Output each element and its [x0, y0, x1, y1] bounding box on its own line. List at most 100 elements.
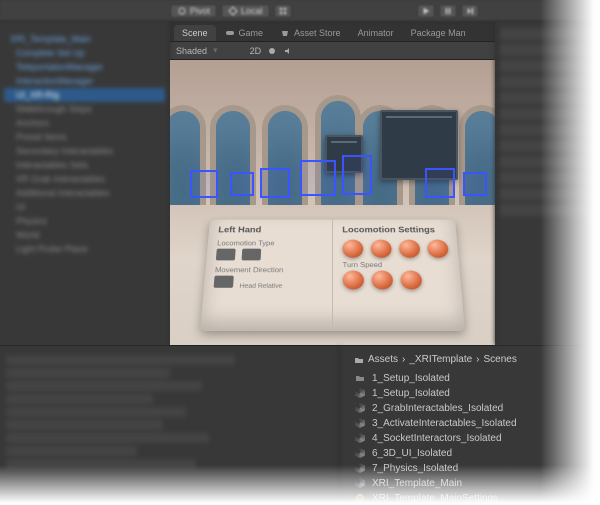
hierarchy-item[interactable]: TeleportationManager [4, 60, 165, 74]
selection-gizmo [260, 168, 290, 198]
movement-direction-label: Movement Direction [215, 266, 323, 274]
knob [342, 240, 363, 258]
inspector-panel [495, 22, 600, 345]
asset-name: 1_Setup_Isolated [372, 388, 450, 399]
hierarchy-item[interactable]: UI [4, 200, 165, 214]
turn-speed-label: Turn Speed [343, 261, 450, 269]
asset-scene[interactable]: XRI_Template_Main [354, 476, 590, 490]
hierarchy-item[interactable]: InteractionManager [4, 74, 165, 88]
asset-scene[interactable]: 1_Setup_Isolated [354, 386, 590, 400]
asset-list: 1_Setup_Isolated 1_Setup_Isolated 2_Grab… [354, 371, 590, 505]
tab-label: Animator [358, 28, 394, 38]
2d-toggle[interactable]: 2D [250, 46, 262, 56]
asset-scene[interactable]: 6_3D_UI_Isolated [354, 446, 590, 460]
knob [343, 271, 365, 290]
selection-gizmo [230, 172, 254, 196]
local-label: Local [241, 6, 263, 16]
asset-name: XRI_Template_Main [372, 478, 462, 489]
asset-name: 1_Setup_Isolated [372, 373, 450, 384]
asset-name: 4_SocketInteractors_Isolated [372, 433, 502, 444]
shading-mode-dropdown[interactable]: Shaded [176, 46, 207, 56]
asset-name: XRI_Template_MainSettings [372, 493, 498, 504]
hierarchy-item[interactable]: Walkthrough Steps [4, 102, 165, 116]
snap-toggle[interactable] [274, 4, 292, 18]
scene-viewport[interactable]: Left Hand Locomotion Type Movement Direc… [170, 60, 495, 345]
tab-packages[interactable]: Package Man [403, 25, 474, 41]
folder-icon [354, 355, 364, 365]
asset-scene[interactable]: 2_GrabInteractables_Isolated [354, 401, 590, 415]
hierarchy-item[interactable]: Preset Items [4, 130, 165, 144]
breadcrumb-item[interactable]: Assets [368, 354, 398, 365]
unity-scene-icon [354, 447, 366, 459]
bottom-panel: Assets › _XRITemplate › Scenes 1_Setup_I… [0, 345, 600, 505]
tab-animator[interactable]: Animator [350, 25, 402, 41]
tab-game[interactable]: Game [217, 25, 272, 41]
unity-scene-icon [354, 417, 366, 429]
breadcrumb[interactable]: Assets › _XRITemplate › Scenes [354, 352, 590, 371]
hierarchy-item[interactable]: World [4, 228, 165, 242]
asset-name: 3_ActivateInteractables_Isolated [372, 418, 517, 429]
settings-icon [354, 492, 366, 504]
tab-asset-store[interactable]: Asset Store [272, 25, 349, 41]
store-icon [280, 28, 290, 38]
unity-scene-icon [354, 477, 366, 489]
hierarchy-item[interactable]: Interactables Sets [4, 158, 165, 172]
asset-settings[interactable]: XRI_Template_MainSettings [354, 491, 590, 505]
chip-button [216, 249, 236, 261]
hierarchy-item-selected[interactable]: UI_XR-Rig [4, 88, 165, 102]
locomotion-type-label: Locomotion Type [217, 240, 323, 247]
asset-scene[interactable]: 7_Physics_Isolated [354, 461, 590, 475]
hierarchy-item[interactable]: Complete Set Up [4, 46, 165, 60]
play-button[interactable] [417, 4, 435, 18]
step-button[interactable] [461, 4, 479, 18]
tab-label: Asset Store [294, 28, 341, 38]
project-panel: Assets › _XRITemplate › Scenes 1_Setup_I… [340, 346, 600, 505]
scene-controls: Shaded ▾ 2D [170, 42, 495, 60]
folder-icon [354, 372, 366, 384]
asset-scene[interactable]: 3_ActivateInteractables_Isolated [354, 416, 590, 430]
pivot-toggle[interactable]: Pivot [170, 4, 217, 18]
hierarchy-item[interactable]: Physics [4, 214, 165, 228]
unity-scene-icon [354, 432, 366, 444]
head-relative-label: Head Relative [239, 283, 282, 289]
asset-name: 6_3D_UI_Isolated [372, 448, 452, 459]
asset-folder[interactable]: 1_Setup_Isolated [354, 371, 590, 385]
tab-scene[interactable]: Scene [174, 25, 216, 41]
unity-scene-icon [354, 462, 366, 474]
knob [399, 240, 421, 258]
pivot-label: Pivot [190, 6, 210, 16]
selection-gizmo [300, 160, 336, 196]
local-toggle[interactable]: Local [221, 4, 270, 18]
pause-button[interactable] [439, 4, 457, 18]
hierarchy-item[interactable]: Secondary Interactables [4, 144, 165, 158]
chip-button [214, 276, 234, 288]
hierarchy-item[interactable]: XR Grab Interactables [4, 172, 165, 186]
game-icon [225, 28, 235, 38]
asset-name: 2_GrabInteractables_Isolated [372, 403, 503, 414]
hierarchy-item[interactable]: Anchors [4, 116, 165, 130]
scene-control-desk: Left Hand Locomotion Type Movement Direc… [200, 220, 465, 331]
breadcrumb-item[interactable]: Scenes [484, 354, 517, 365]
asset-scene[interactable]: 4_SocketInteractors_Isolated [354, 431, 590, 445]
tab-label: Scene [182, 28, 208, 38]
hierarchy-item[interactable]: XRI_Template_Main [4, 32, 165, 46]
audio-icon[interactable] [283, 46, 293, 56]
hierarchy-panel: XRI_Template_Main Complete Set Up Telepo… [0, 22, 170, 345]
knob [427, 240, 449, 258]
main-toolbar: Pivot Local [0, 0, 600, 22]
scene-area: Scene Game Asset Store Animator Package … [170, 22, 495, 345]
locomotion-settings-title: Locomotion Settings [342, 226, 447, 235]
selection-gizmo [425, 168, 455, 198]
breadcrumb-item[interactable]: _XRITemplate [409, 354, 472, 365]
chip-button [241, 249, 261, 261]
tab-label: Package Man [411, 28, 466, 38]
lighting-icon[interactable] [267, 46, 277, 56]
knob [371, 240, 392, 258]
selection-gizmo [463, 172, 487, 196]
left-hand-title: Left Hand [218, 226, 323, 235]
selection-gizmo [190, 170, 218, 198]
hierarchy-item[interactable]: Additional Interactables [4, 186, 165, 200]
knob [400, 271, 422, 290]
hierarchy-item[interactable]: Light Probe Plane [4, 242, 165, 256]
tab-label: Game [239, 28, 264, 38]
